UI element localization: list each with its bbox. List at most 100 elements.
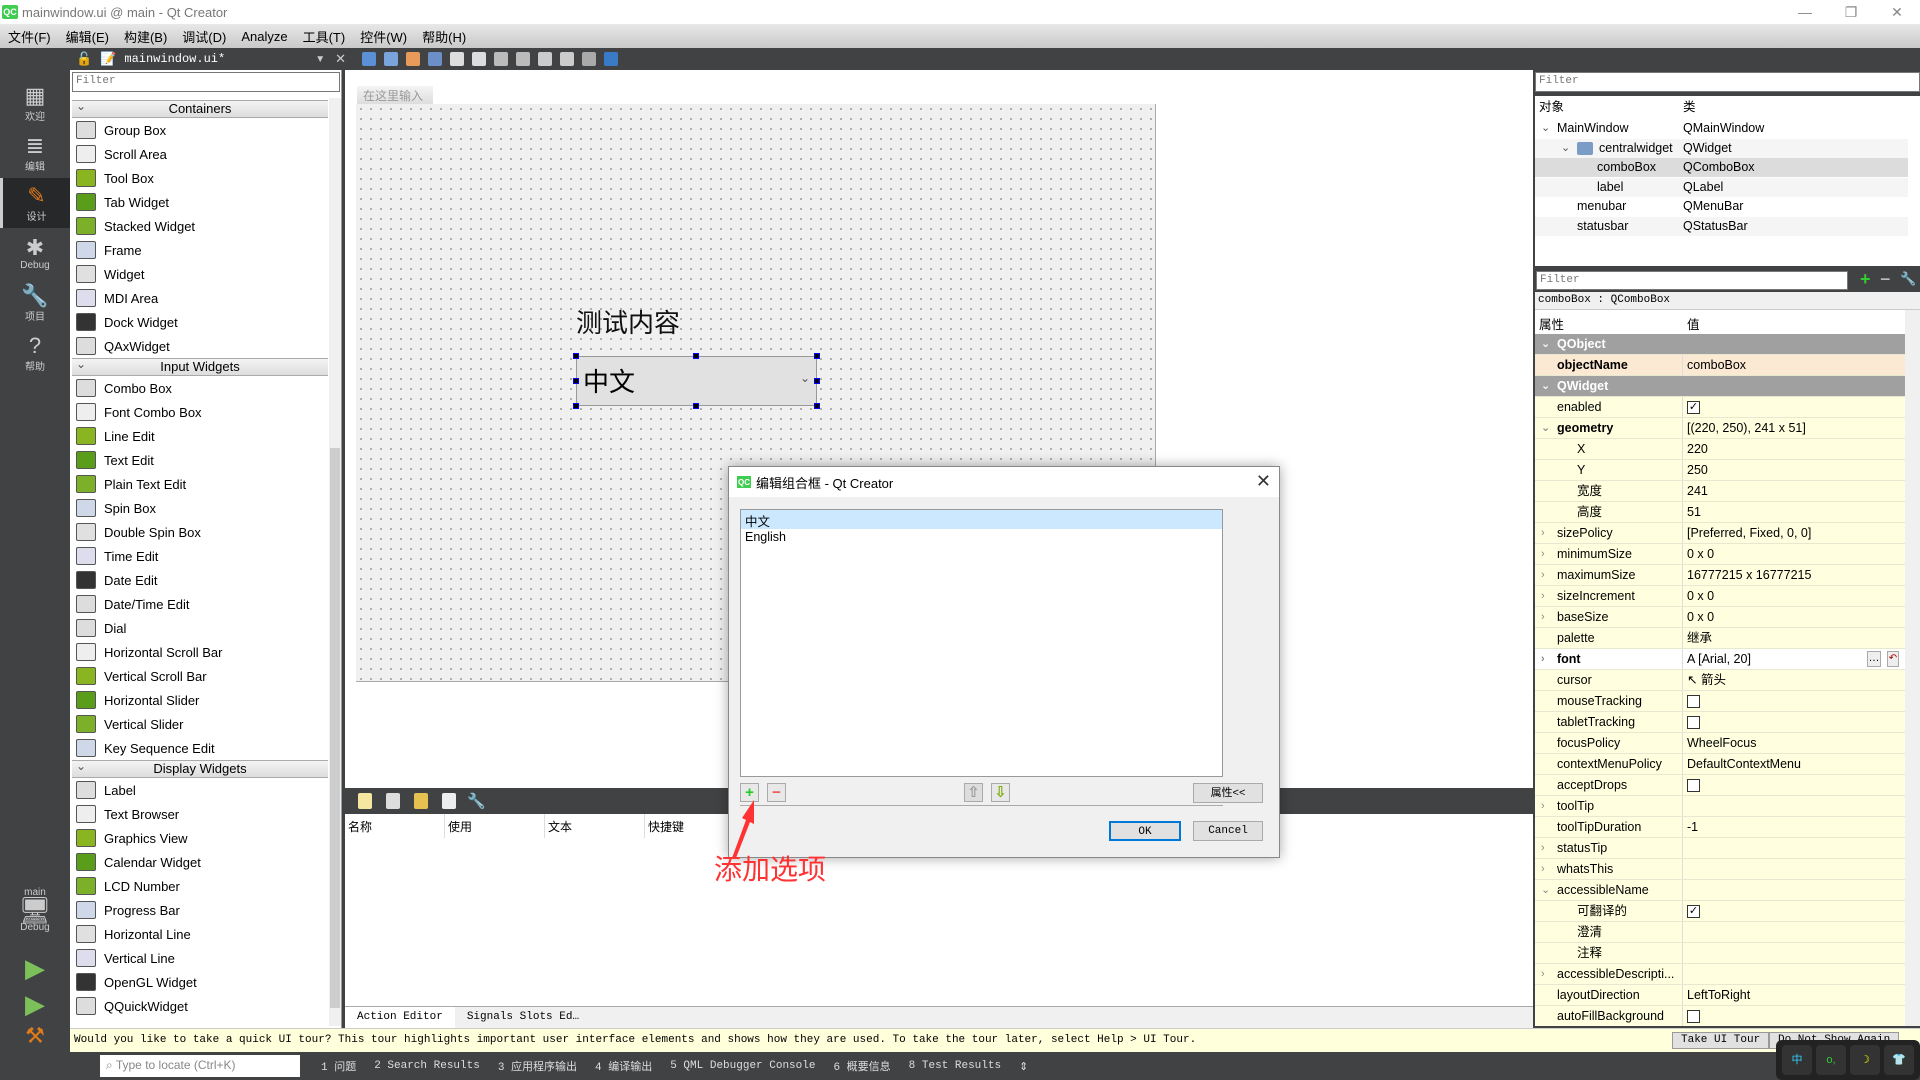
pane-toggle-icon[interactable]: ⇕ xyxy=(1019,1060,1028,1073)
list-item[interactable]: 中文 xyxy=(741,510,1222,529)
scroll-thumb[interactable] xyxy=(330,448,340,1008)
widget-item[interactable]: Dial xyxy=(72,616,328,640)
chevron-right-icon[interactable]: › xyxy=(1541,523,1545,543)
resize-handle[interactable] xyxy=(693,353,699,359)
widget-item[interactable]: Spin Box xyxy=(72,496,328,520)
property-checkbox[interactable]: ✓ xyxy=(1687,905,1700,919)
property-row[interactable]: 可翻译的 ✓ xyxy=(1535,901,1905,922)
object-tree-row[interactable]: statusbar QStatusBar xyxy=(1535,216,1908,236)
property-value[interactable] xyxy=(1683,691,1905,711)
property-row[interactable]: contextMenuPolicy DefaultContextMenu xyxy=(1535,754,1905,775)
menu-analyze[interactable]: Analyze xyxy=(241,29,287,44)
chevron-down-icon[interactable]: ⌄ xyxy=(1541,880,1550,900)
chevron-down-icon[interactable]: ⌄ xyxy=(1541,334,1550,354)
property-value[interactable]: [Preferred, Fixed, 0, 0] xyxy=(1683,523,1905,543)
move-down-button[interactable]: ⇩ xyxy=(991,783,1010,802)
new-action-icon[interactable] xyxy=(358,793,372,809)
header-property[interactable]: 属性 xyxy=(1539,314,1564,333)
property-row[interactable]: › baseSize 0 x 0 xyxy=(1535,607,1905,628)
header-class[interactable]: 类 xyxy=(1683,98,1696,117)
font-chooser-button[interactable]: … xyxy=(1867,651,1881,667)
property-row[interactable]: 注释 xyxy=(1535,943,1905,964)
property-row[interactable]: › accessibleDescripti... xyxy=(1535,964,1905,985)
property-row[interactable]: focusPolicy WheelFocus xyxy=(1535,733,1905,754)
resize-handle[interactable] xyxy=(814,403,820,409)
object-filter-input[interactable]: Filter xyxy=(1535,72,1920,92)
debug-run-button[interactable]: ▶ xyxy=(0,986,70,1022)
property-value[interactable]: 241 xyxy=(1683,481,1905,501)
object-tree-row[interactable]: ⌄ MainWindow QMainWindow xyxy=(1535,119,1908,138)
property-value[interactable] xyxy=(1683,775,1905,795)
property-row[interactable]: 高度 51 xyxy=(1535,502,1905,523)
widget-item[interactable]: QQuickWidget xyxy=(72,994,328,1018)
mode-edit[interactable]: ≣ 编辑 xyxy=(0,128,70,178)
widget-item[interactable]: Group Box xyxy=(72,118,328,142)
property-row[interactable]: 澄清 xyxy=(1535,922,1905,943)
form-label-widget[interactable]: 测试内容 xyxy=(576,303,680,340)
edit-buddies-icon[interactable] xyxy=(406,52,421,66)
configure-icon[interactable]: 🔧 xyxy=(1900,271,1916,287)
resize-handle[interactable] xyxy=(814,378,820,384)
menu-window[interactable]: 控件(W) xyxy=(360,27,407,46)
resize-handle[interactable] xyxy=(814,353,820,359)
property-value[interactable]: ✓ xyxy=(1683,397,1905,417)
property-row[interactable]: › sizePolicy [Preferred, Fixed, 0, 0] xyxy=(1535,523,1905,544)
widget-item[interactable]: MDI Area xyxy=(72,286,328,310)
reset-property-icon[interactable]: ↶ xyxy=(1887,651,1899,667)
mode-design[interactable]: ✎ 设计 xyxy=(0,178,70,228)
property-value[interactable]: 250 xyxy=(1683,460,1905,480)
move-up-button[interactable]: ⇧ xyxy=(964,783,983,802)
maximize-button[interactable]: ❐ xyxy=(1828,0,1874,24)
widget-item[interactable]: Tool Box xyxy=(72,166,328,190)
form-combobox-widget[interactable]: 中文 ⌄ xyxy=(576,356,817,406)
widget-box-scrollbar[interactable] xyxy=(329,98,341,1026)
pane-general-messages[interactable]: 6 概要信息 xyxy=(833,1058,890,1074)
object-tree-row[interactable]: ⌄ centralwidget QWidget xyxy=(1535,138,1908,158)
chevron-right-icon[interactable]: › xyxy=(1541,565,1545,585)
resize-handle[interactable] xyxy=(573,403,579,409)
property-value[interactable]: 0 x 0 xyxy=(1683,544,1905,564)
object-tree-row[interactable]: label QLabel xyxy=(1535,177,1908,197)
adjust-size-icon[interactable] xyxy=(604,52,619,66)
widget-item[interactable]: Vertical Line xyxy=(72,946,328,970)
column-used[interactable]: 使用 xyxy=(445,814,545,838)
break-layout-icon[interactable] xyxy=(582,52,597,66)
menu-build[interactable]: 构建(B) xyxy=(124,27,167,46)
widget-item[interactable]: Combo Box xyxy=(72,376,328,400)
ime-punctuation[interactable]: o, xyxy=(1816,1045,1846,1075)
mode-help[interactable]: ? 帮助 xyxy=(0,328,70,378)
widget-item[interactable]: Tab Widget xyxy=(72,190,328,214)
property-value[interactable] xyxy=(1683,922,1905,942)
menu-tools[interactable]: 工具(T) xyxy=(303,27,346,46)
tab-action-editor[interactable]: Action Editor xyxy=(345,1007,455,1028)
property-row[interactable]: ⌄ accessibleName xyxy=(1535,880,1905,901)
property-value[interactable]: [(220, 250), 241 x 51] xyxy=(1683,418,1905,438)
property-value[interactable]: comboBox xyxy=(1683,355,1905,375)
add-property-icon[interactable]: + xyxy=(1860,269,1871,290)
widget-item[interactable]: Frame xyxy=(72,238,328,262)
pane-search-results[interactable]: 2 Search Results xyxy=(374,1060,480,1072)
property-row[interactable]: cursor ↖ 箭头 xyxy=(1535,670,1905,691)
property-row[interactable]: layoutDirection LeftToRight xyxy=(1535,985,1905,1006)
menu-debug[interactable]: 调试(D) xyxy=(182,27,226,46)
pane-application-output[interactable]: 3 应用程序输出 xyxy=(498,1058,577,1074)
widget-item[interactable]: Vertical Slider xyxy=(72,712,328,736)
property-value[interactable]: ↖ 箭头 xyxy=(1683,670,1905,690)
property-value[interactable]: 继承 xyxy=(1683,628,1905,648)
column-name[interactable]: 名称 xyxy=(345,814,445,838)
chevron-right-icon[interactable]: › xyxy=(1541,544,1545,564)
property-row[interactable]: Y 250 xyxy=(1535,460,1905,481)
property-row[interactable]: ⌄ geometry [(220, 250), 241 x 51] xyxy=(1535,418,1905,439)
list-item[interactable]: English xyxy=(741,529,1222,548)
widget-item[interactable]: Text Edit xyxy=(72,448,328,472)
property-row[interactable]: palette 继承 xyxy=(1535,628,1905,649)
widget-item[interactable]: Time Edit xyxy=(72,544,328,568)
edit-signals-slots-icon[interactable] xyxy=(384,52,399,66)
chevron-down-icon[interactable]: ⌄ xyxy=(1541,376,1550,396)
chevron-right-icon[interactable]: › xyxy=(1541,964,1545,984)
widget-item[interactable]: Stacked Widget xyxy=(72,214,328,238)
kit-selector[interactable]: main 🖥 Debug xyxy=(0,875,70,945)
widget-item[interactable]: Plain Text Edit xyxy=(72,472,328,496)
chevron-down-icon[interactable]: ⌄ xyxy=(1561,139,1570,158)
combobox-items-list[interactable]: 中文 English xyxy=(740,509,1223,777)
